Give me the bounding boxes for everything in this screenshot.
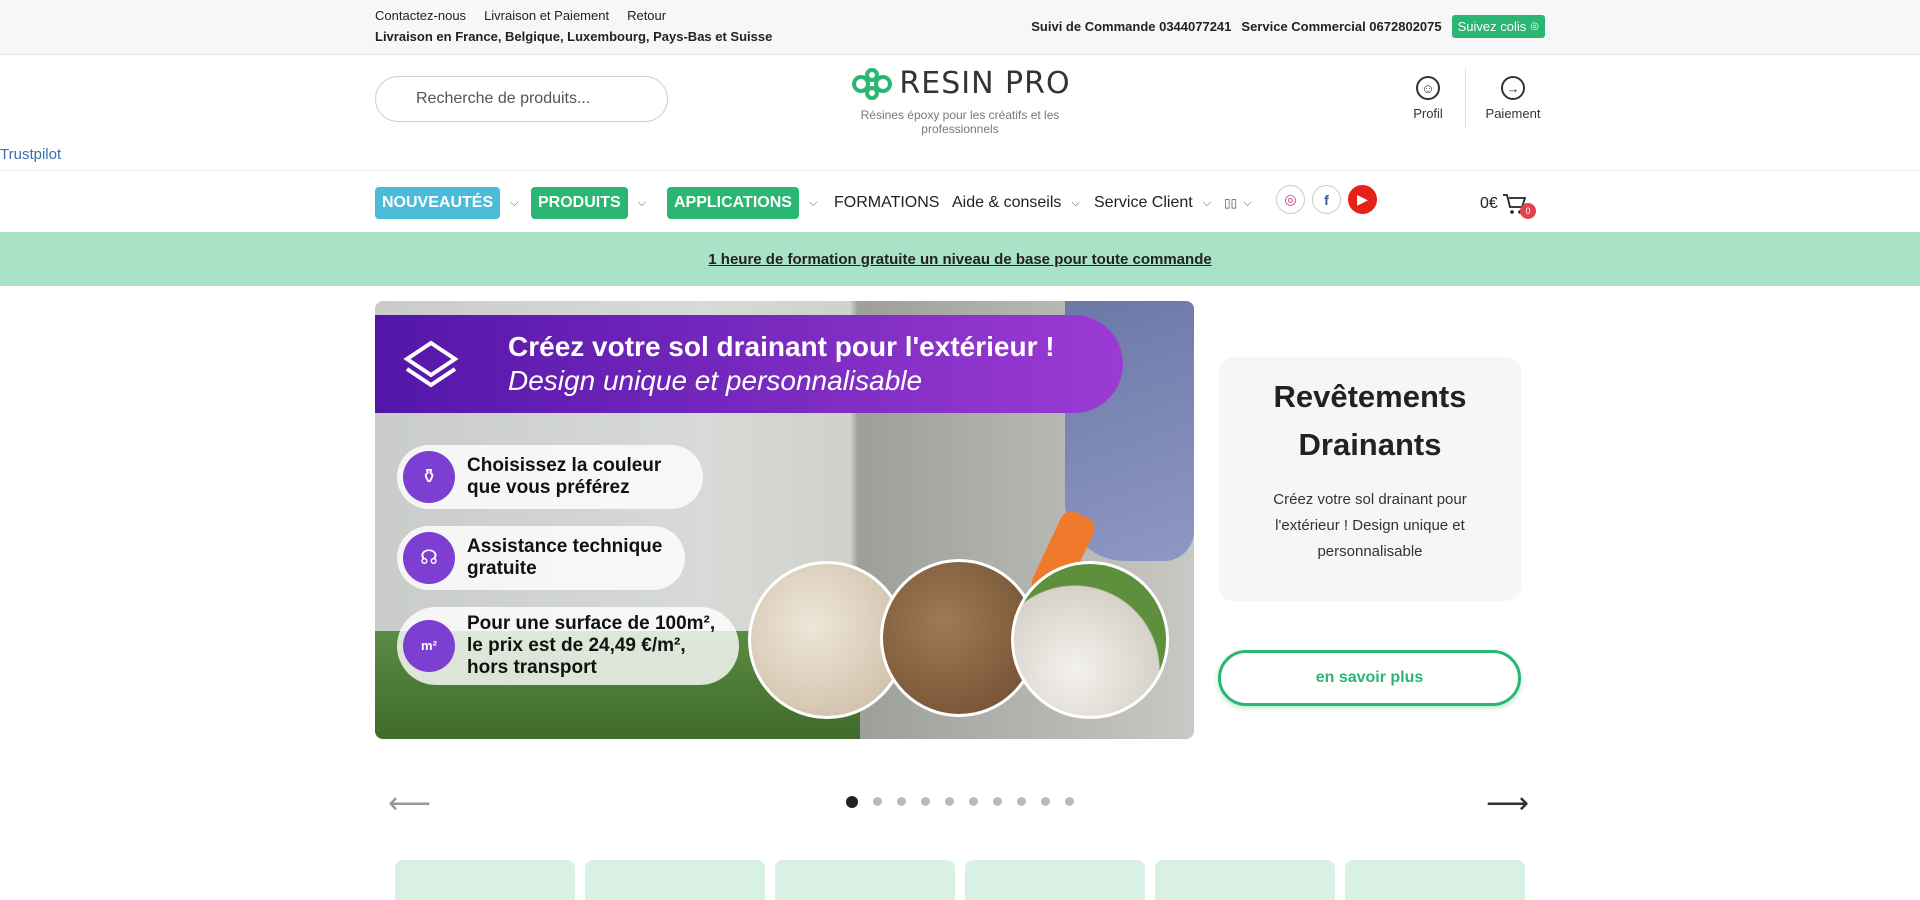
return-link[interactable]: Retour <box>627 8 666 23</box>
hero-info-card: Revêtements Drainants Créez votre sol dr… <box>1219 357 1521 601</box>
category-tile[interactable] <box>965 860 1145 900</box>
delivery-payment-link[interactable]: Livraison et Paiement <box>484 8 609 23</box>
nav-service-label: Service Client <box>1094 194 1193 211</box>
promo-banner-link[interactable]: 1 heure de formation gratuite un niveau … <box>0 232 1920 286</box>
carousel-dot[interactable] <box>969 797 978 806</box>
hero-banner: Créez votre sol drainant pour l'extérieu… <box>375 315 1123 413</box>
chevron-down-icon: ⌵ <box>510 196 519 209</box>
feature-price-text: Pour une surface de 100m², le prix est d… <box>467 613 716 678</box>
nav-nouveautes-label: NOUVEAUTÉS <box>375 187 501 219</box>
card-text: Créez votre sol drainant pour l'extérieu… <box>1273 491 1467 560</box>
top-bar: Contactez-nous Livraison et Paiement Ret… <box>0 0 1920 55</box>
nav-formations[interactable]: FORMATIONS <box>834 187 939 219</box>
category-tile[interactable] <box>395 860 575 900</box>
carousel-dot[interactable] <box>897 797 906 806</box>
nav-aide-conseils[interactable]: Aide & conseils ⌵ <box>952 187 1080 219</box>
hero-subtitle: Design unique et personnalisable <box>508 365 923 396</box>
tile-layers-icon <box>403 340 459 388</box>
feature-price: m² Pour une surface de 100m², le prix es… <box>397 607 739 685</box>
nav-applications[interactable]: APPLICATIONS ⌵ <box>667 187 817 219</box>
logo-icon <box>852 67 893 100</box>
carousel-prev-arrow-icon[interactable]: ⟵ <box>388 786 431 821</box>
chevron-down-icon: ⌵ <box>1202 196 1212 209</box>
carousel-dot[interactable] <box>1017 797 1026 806</box>
nav-aide-label: Aide & conseils <box>952 194 1062 211</box>
carousel-dots <box>846 796 1074 808</box>
carousel-dot[interactable] <box>1041 797 1050 806</box>
trustpilot-link[interactable]: Trustpilot <box>0 146 61 163</box>
nav-applications-label: APPLICATIONS <box>667 187 799 219</box>
chevron-down-icon: ⌵ <box>637 196 647 209</box>
logo[interactable]: RESIN PRO Résines époxy pour les créatif… <box>822 66 1098 136</box>
carousel-dot[interactable] <box>993 797 1002 806</box>
shipping-info: Livraison en France, Belgique, Luxembour… <box>375 29 773 44</box>
nav-produits-label: PRODUITS <box>531 187 628 219</box>
cart-total: 0€ <box>1480 195 1498 212</box>
carousel-dot[interactable] <box>873 797 882 806</box>
contact-link[interactable]: Contactez-nous <box>375 8 466 23</box>
location-icon: ◎ <box>1530 21 1539 32</box>
logo-text: RESIN PRO <box>899 66 1071 101</box>
cart-button[interactable]: 0€ 0 <box>1480 193 1536 219</box>
track-parcel-label: Suivez colis <box>1457 19 1527 34</box>
profile-button[interactable]: ☺ Profil <box>1383 76 1473 121</box>
hero-slide-image[interactable]: Créez votre sol drainant pour l'extérieu… <box>375 301 1194 739</box>
headset-icon: ☊ <box>403 532 455 584</box>
category-tile[interactable] <box>775 860 955 900</box>
carousel-dot[interactable] <box>1065 797 1074 806</box>
hero-title: Créez votre sol drainant pour l'extérieu… <box>508 331 1055 362</box>
carousel-next-arrow-icon[interactable]: ⟶ <box>1486 786 1529 821</box>
youtube-icon[interactable]: ▶ <box>1348 185 1377 214</box>
main-nav: NOUVEAUTÉS ⌵ PRODUITS ⌵ APPLICATIONS ⌵ F… <box>0 170 1920 232</box>
card-title: Revêtements Drainants <box>1273 379 1467 462</box>
carousel-dot[interactable] <box>921 797 930 806</box>
user-icon: ☺ <box>1416 76 1440 100</box>
payment-label: Paiement <box>1485 106 1541 121</box>
top-links: Contactez-nous Livraison et Paiement Ret… <box>375 8 666 23</box>
facebook-icon[interactable]: f <box>1312 185 1341 214</box>
chevron-down-icon: ⌵ <box>808 196 818 209</box>
area-m2-icon: m² <box>403 620 455 672</box>
cart-count-badge: 0 <box>1520 203 1536 219</box>
feature-color-text: Choisissez la couleur que vous préférez <box>467 455 662 498</box>
nav-produits[interactable]: PRODUITS ⌵ <box>531 187 646 219</box>
payment-button[interactable]: → Paiement <box>1468 76 1558 121</box>
header-divider <box>1465 68 1466 128</box>
bottle-icon: ⚱ <box>403 451 455 503</box>
profile-label: Profil <box>1413 106 1443 121</box>
nav-service-client[interactable]: Service Client ⌵ <box>1094 187 1211 219</box>
language-selector[interactable]: ▯▯ ⌵ <box>1224 187 1252 219</box>
pebble-sample-white <box>1011 561 1169 719</box>
learn-more-button[interactable]: en savoir plus <box>1218 650 1521 706</box>
nav-nouveautes[interactable]: NOUVEAUTÉS ⌵ <box>375 187 518 219</box>
chevron-down-icon: ⌵ <box>1243 196 1252 209</box>
carousel-dot[interactable] <box>846 796 858 808</box>
arrow-right-icon: → <box>1501 76 1525 100</box>
category-tile[interactable] <box>1155 860 1335 900</box>
order-tracking-phone: Suivi de Commande 0344077241 <box>1031 19 1232 34</box>
category-tile[interactable] <box>1345 860 1525 900</box>
commercial-phone: Service Commercial 0672802075 <box>1241 19 1442 34</box>
feature-color: ⚱ Choisissez la couleur que vous préfére… <box>397 445 703 509</box>
category-tile[interactable] <box>585 860 765 900</box>
search-input[interactable]: Recherche de produits... <box>375 76 668 122</box>
instagram-icon[interactable]: ◎ <box>1276 185 1305 214</box>
feature-assistance-text: Assistance technique gratuite <box>467 536 663 579</box>
flag-icon: ▯▯ <box>1224 196 1238 210</box>
chevron-down-icon: ⌵ <box>1071 196 1080 209</box>
top-contact: Suivi de Commande 0344077241 Service Com… <box>1031 15 1545 38</box>
nav-formations-label: FORMATIONS <box>834 194 940 211</box>
feature-assistance: ☊ Assistance technique gratuite <box>397 526 685 590</box>
track-parcel-button[interactable]: Suivez colis ◎ <box>1451 15 1545 38</box>
carousel-dot[interactable] <box>945 797 954 806</box>
tagline: Résines époxy pour les créatifs et les p… <box>860 107 1060 136</box>
search-placeholder: Recherche de produits... <box>416 90 591 107</box>
